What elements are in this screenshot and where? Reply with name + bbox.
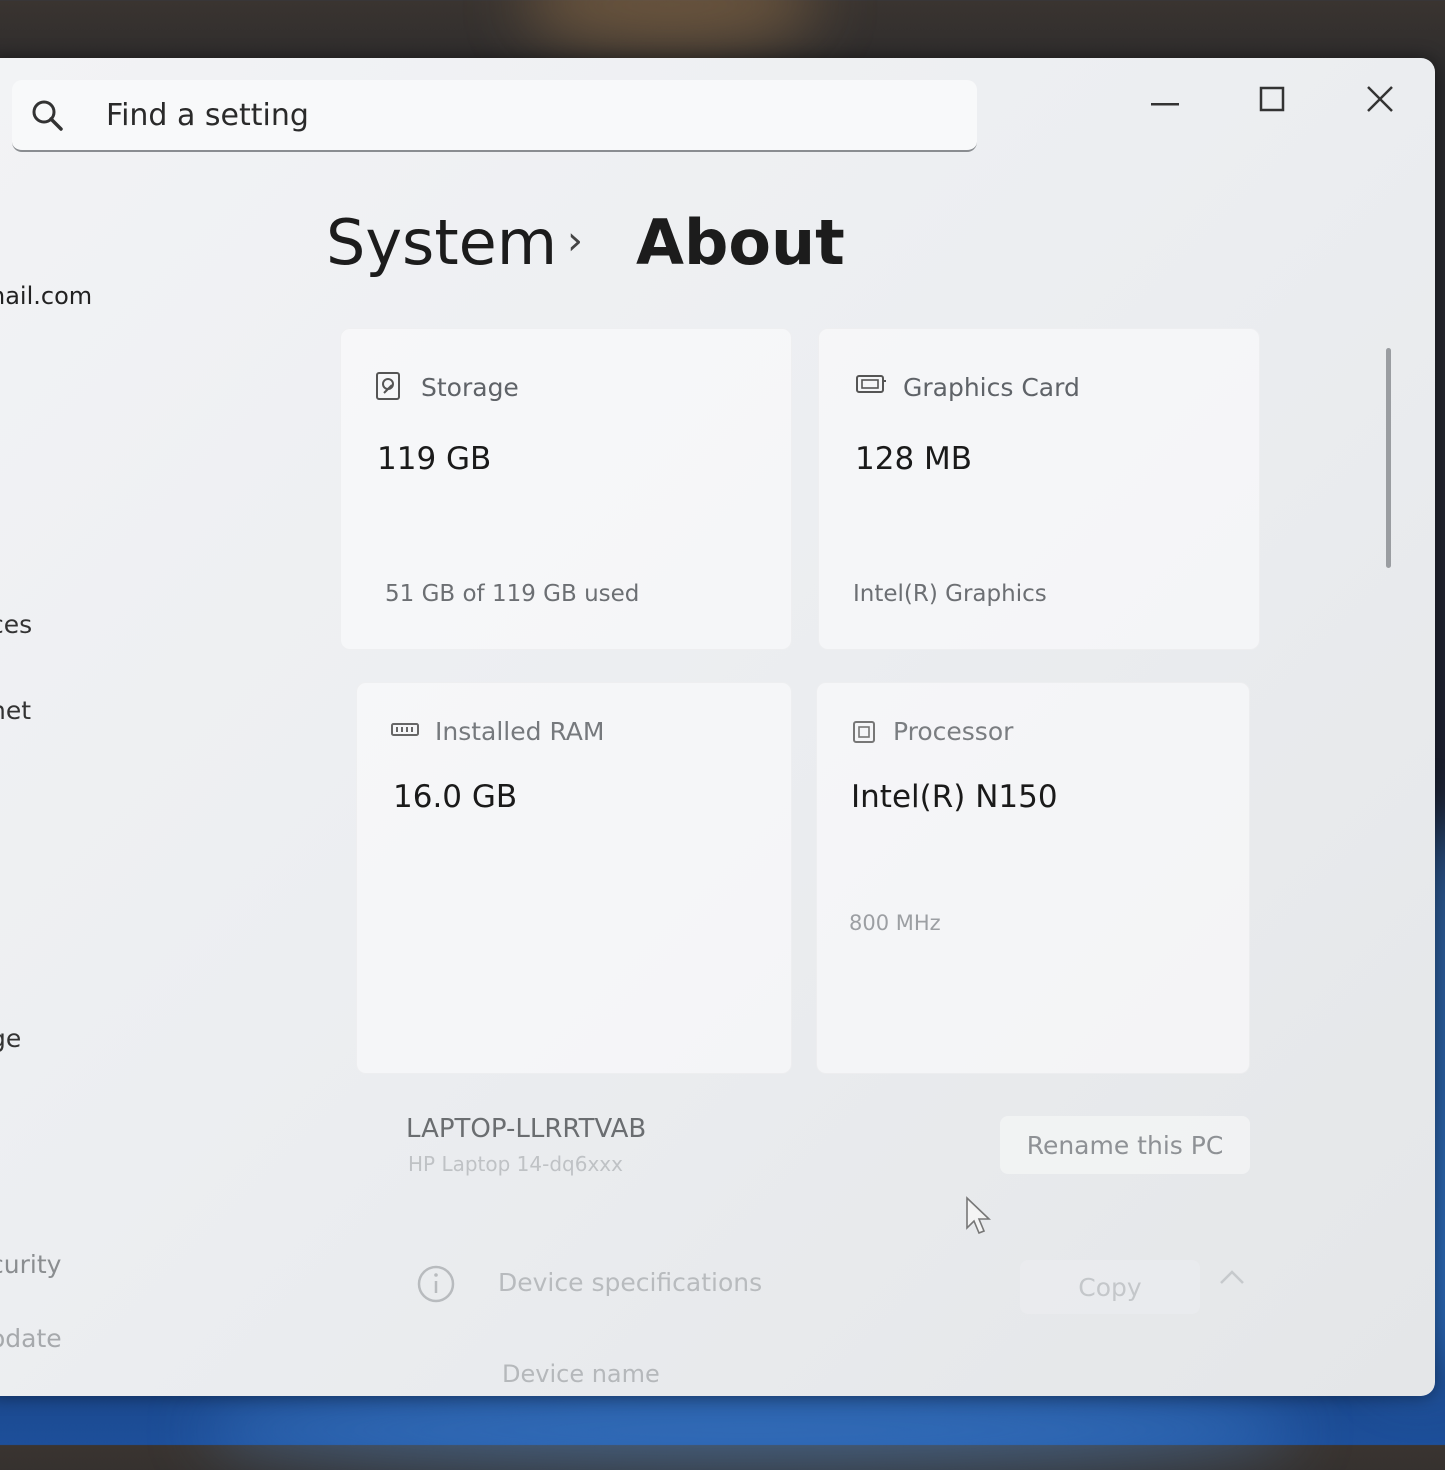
copy-button[interactable]: Copy xyxy=(1020,1260,1200,1314)
device-name-label: Device name xyxy=(502,1360,660,1388)
ram-value: 16.0 GB xyxy=(393,779,518,815)
wallpaper-glow-bottom xyxy=(200,1390,1300,1470)
close-button[interactable] xyxy=(1350,76,1410,126)
storage-drive-icon xyxy=(375,371,401,405)
graphics-title: Graphics Card xyxy=(903,373,1080,402)
account-email: nail.com xyxy=(0,282,93,310)
storage-total: 119 GB xyxy=(377,441,492,477)
search-box[interactable] xyxy=(12,80,977,152)
processor-value: Intel(R) N150 xyxy=(851,779,1058,815)
search-icon xyxy=(30,98,64,136)
sidebar-item-network[interactable]: net xyxy=(0,696,31,725)
storage-card[interactable]: Storage 119 GB 51 GB of 119 GB used xyxy=(340,328,792,650)
sidebar-item-security[interactable]: curity xyxy=(0,1250,61,1279)
sidebar-item-devices[interactable]: ces xyxy=(0,610,32,639)
minimize-button[interactable] xyxy=(1135,76,1195,126)
sidebar-item-language[interactable]: ge xyxy=(0,1024,21,1053)
device-name: LAPTOP-LLRRTVAB xyxy=(406,1114,647,1144)
ram-title: Installed RAM xyxy=(435,717,605,746)
search-input[interactable] xyxy=(104,94,708,136)
breadcrumb-system-link[interactable]: System xyxy=(326,206,557,279)
graphics-value: 128 MB xyxy=(855,441,973,477)
chevron-up-icon[interactable] xyxy=(1218,1268,1246,1290)
device-specifications-header[interactable]: Device specifications Copy xyxy=(410,1260,1270,1320)
mouse-pointer-icon xyxy=(965,1196,993,1240)
device-model: HP Laptop 14-dq6xxx xyxy=(408,1152,623,1176)
storage-title: Storage xyxy=(421,373,519,402)
rename-pc-button[interactable]: Rename this PC xyxy=(1000,1116,1250,1174)
processor-card[interactable]: Processor Intel(R) N150 800 MHz xyxy=(816,682,1250,1074)
settings-window: System › About nail.com ces net ge curit… xyxy=(0,58,1435,1396)
processor-speed: 800 MHz xyxy=(849,911,941,935)
wallpaper-glow-top xyxy=(520,0,820,50)
maximize-icon xyxy=(1259,86,1285,116)
processor-title: Processor xyxy=(893,717,1014,746)
scrollbar-thumb[interactable] xyxy=(1386,348,1391,568)
page-title: About xyxy=(636,206,845,279)
minimize-icon xyxy=(1151,92,1179,111)
ram-card[interactable]: Installed RAM 16.0 GB xyxy=(356,682,792,1074)
maximize-button[interactable] xyxy=(1242,76,1302,126)
close-icon xyxy=(1366,85,1394,117)
device-specifications-title: Device specifications xyxy=(498,1268,763,1297)
ram-icon xyxy=(391,721,419,743)
chevron-right-icon: › xyxy=(567,218,583,264)
graphics-card-icon xyxy=(855,373,887,401)
processor-chip-icon xyxy=(851,719,877,749)
sidebar-item-update[interactable]: odate xyxy=(0,1324,62,1353)
graphics-card-card[interactable]: Graphics Card 128 MB Intel(R) Graphics xyxy=(818,328,1260,650)
storage-usage: 51 GB of 119 GB used xyxy=(385,581,640,607)
info-icon xyxy=(416,1264,456,1308)
graphics-detail: Intel(R) Graphics xyxy=(853,581,1047,607)
